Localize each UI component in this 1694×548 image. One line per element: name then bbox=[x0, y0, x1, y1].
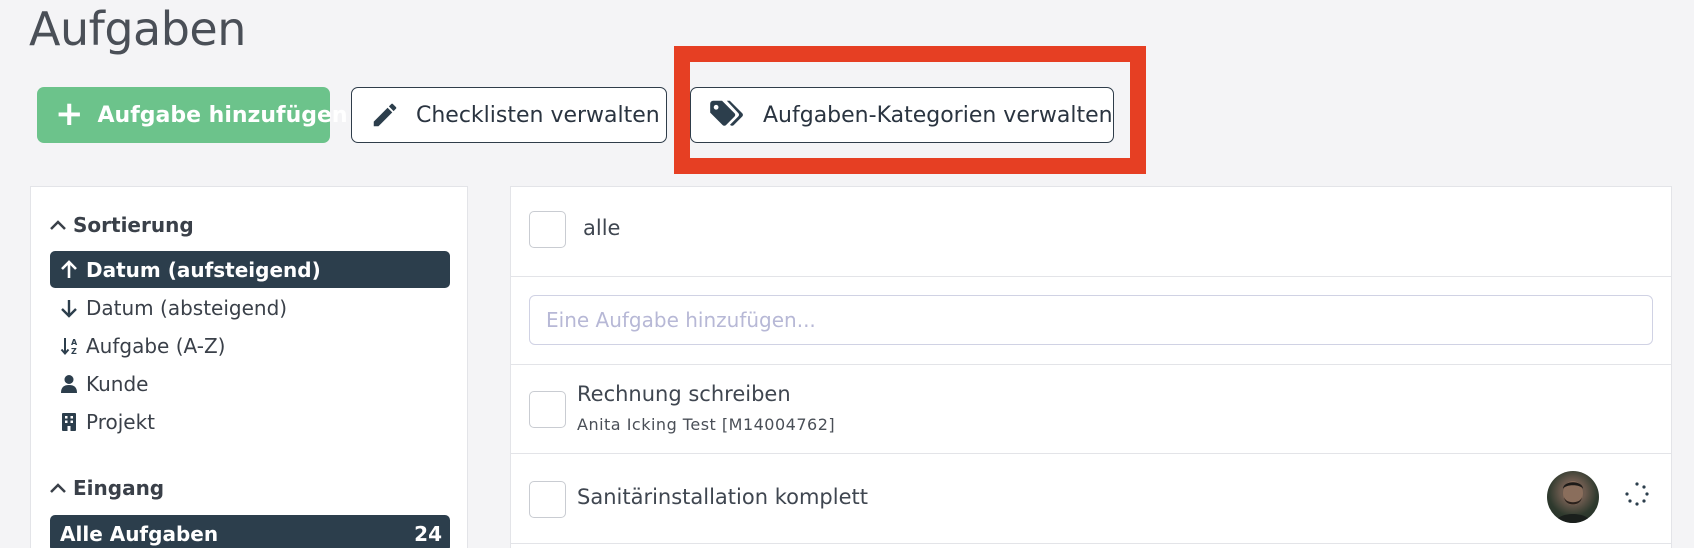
task-list-panel: alle Rechnung schreiben Anita Icking Tes… bbox=[510, 186, 1672, 548]
manage-checklists-label: Checklisten verwalten bbox=[416, 102, 660, 128]
inbox-heading: Eingang bbox=[73, 476, 165, 500]
sort-item-date-desc[interactable]: Datum (absteigend) bbox=[50, 289, 450, 326]
pencil-icon bbox=[370, 100, 400, 130]
task-title: Rechnung schreiben bbox=[577, 382, 791, 406]
loading-spinner-icon bbox=[1624, 481, 1650, 511]
svg-text:Z: Z bbox=[71, 347, 77, 356]
sort-item-alpha[interactable]: A Z Aufgabe (A-Z) bbox=[50, 327, 450, 364]
sort-item-label: Datum (absteigend) bbox=[86, 295, 288, 320]
chevron-up-icon bbox=[49, 481, 67, 495]
select-all-label: alle bbox=[583, 216, 621, 240]
count-badge: 24 bbox=[414, 521, 442, 546]
sort-item-label: Datum (aufsteigend) bbox=[86, 257, 321, 282]
sort-item-project[interactable]: Projekt bbox=[50, 403, 450, 440]
sort-item-label: Aufgabe (A-Z) bbox=[86, 333, 226, 358]
inbox-item-all-tasks[interactable]: Alle Aufgaben 24 bbox=[50, 515, 450, 548]
select-all-checkbox[interactable] bbox=[529, 211, 566, 248]
sort-item-date-asc[interactable]: Datum (aufsteigend) bbox=[50, 251, 450, 288]
new-task-input[interactable] bbox=[529, 295, 1653, 345]
arrow-down-icon bbox=[60, 298, 82, 318]
inbox-section-header[interactable]: Eingang bbox=[49, 476, 164, 500]
filter-sidebar: Sortierung Datum (aufsteigend) Datum (ab… bbox=[30, 186, 468, 548]
sort-item-label: Kunde bbox=[86, 371, 149, 396]
task-row[interactable]: Sanitärinstallation komplett bbox=[511, 454, 1671, 544]
chevron-up-icon bbox=[49, 218, 67, 232]
task-title: Sanitärinstallation komplett bbox=[577, 485, 868, 509]
manage-checklists-button[interactable]: Checklisten verwalten bbox=[351, 87, 667, 143]
page-title: Aufgaben bbox=[29, 2, 246, 56]
user-icon bbox=[60, 374, 82, 394]
new-task-row bbox=[511, 277, 1671, 365]
task-subtitle: Anita Icking Test [M14004762] bbox=[577, 415, 836, 434]
sort-section-header[interactable]: Sortierung bbox=[49, 213, 194, 237]
avatar[interactable] bbox=[1547, 471, 1599, 523]
highlight-box bbox=[674, 46, 1146, 174]
sort-heading: Sortierung bbox=[73, 213, 194, 237]
task-row[interactable]: Rechnung schreiben Anita Icking Test [M1… bbox=[511, 365, 1671, 454]
sort-item-label: Projekt bbox=[86, 409, 156, 434]
add-task-label: Aufgabe hinzufügen bbox=[97, 102, 348, 128]
add-task-button[interactable]: + Aufgabe hinzufügen bbox=[37, 87, 348, 143]
task-checkbox[interactable] bbox=[529, 391, 566, 428]
building-icon bbox=[60, 412, 82, 432]
sort-alpha-icon: A Z bbox=[60, 336, 82, 356]
inbox-item-label: Alle Aufgaben bbox=[60, 521, 219, 546]
sort-item-customer[interactable]: Kunde bbox=[50, 365, 450, 402]
arrow-up-icon bbox=[60, 259, 82, 280]
plus-icon: + bbox=[55, 93, 84, 134]
select-all-row: alle bbox=[511, 187, 1671, 277]
svg-text:A: A bbox=[71, 338, 78, 347]
task-checkbox[interactable] bbox=[529, 481, 566, 518]
